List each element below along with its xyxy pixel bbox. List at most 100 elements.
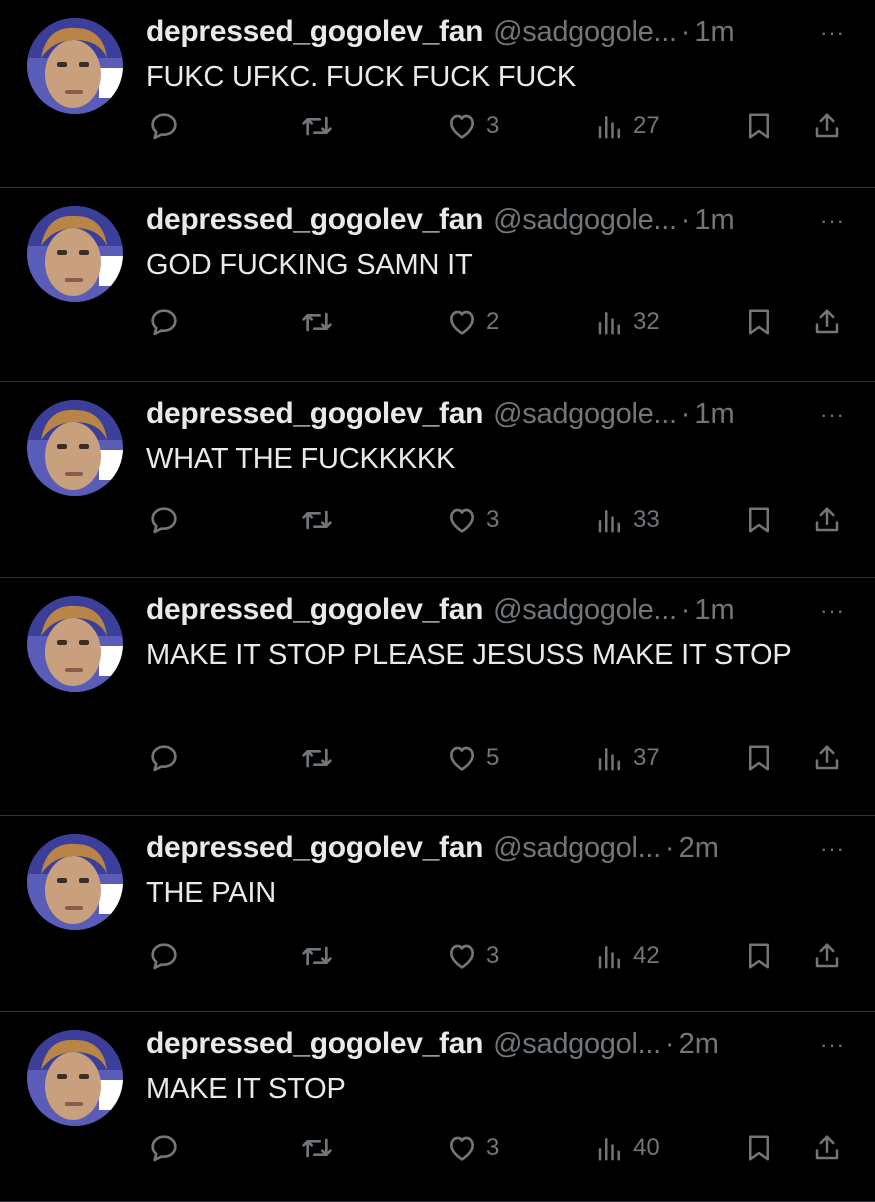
timestamp[interactable]: 1m xyxy=(694,204,734,237)
retweet-button[interactable] xyxy=(300,738,334,778)
tweet[interactable]: depressed_gogolev_fan @sadgogole... · 1m… xyxy=(0,382,875,578)
tweet-text: GOD FUCKING SAMN IT xyxy=(146,249,473,281)
retweet-button[interactable] xyxy=(300,1128,334,1168)
display-name[interactable]: depressed_gogolev_fan xyxy=(146,1027,483,1061)
bookmark-button[interactable] xyxy=(744,302,774,342)
tweet-header: depressed_gogolev_fan @sadgogole... · 1m xyxy=(146,203,855,243)
avatar[interactable] xyxy=(27,834,123,930)
like-button[interactable]: 3 xyxy=(446,1128,499,1168)
action-bar: 3 42 xyxy=(0,936,875,976)
separator-dot: · xyxy=(664,1028,675,1060)
like-button[interactable]: 5 xyxy=(446,738,499,778)
separator-dot: · xyxy=(680,16,691,48)
views-button[interactable]: 42 xyxy=(595,936,660,976)
share-button[interactable] xyxy=(812,500,842,540)
like-button[interactable]: 3 xyxy=(446,936,499,976)
views-button[interactable]: 40 xyxy=(595,1128,660,1168)
more-icon[interactable]: ··· xyxy=(820,838,845,860)
tweet-text: WHAT THE FUCKKKKK xyxy=(146,443,456,475)
timestamp[interactable]: 2m xyxy=(679,832,719,865)
avatar[interactable] xyxy=(27,596,123,692)
tweet-content: depressed_gogolev_fan @sadgogole... · 1m… xyxy=(146,593,855,673)
view-count: 37 xyxy=(633,744,660,771)
like-button[interactable]: 3 xyxy=(446,106,499,146)
more-icon[interactable]: ··· xyxy=(820,210,845,232)
avatar[interactable] xyxy=(27,206,123,302)
user-handle[interactable]: @sadgogol... xyxy=(493,1028,661,1061)
retweet-icon xyxy=(300,504,334,536)
retweet-button[interactable] xyxy=(300,106,334,146)
retweet-button[interactable] xyxy=(300,936,334,976)
share-button[interactable] xyxy=(812,936,842,976)
more-icon[interactable]: ··· xyxy=(820,22,845,44)
reply-button[interactable] xyxy=(148,302,180,342)
view-count: 33 xyxy=(633,506,660,533)
timestamp[interactable]: 1m xyxy=(694,16,734,49)
display-name[interactable]: depressed_gogolev_fan xyxy=(146,397,483,431)
display-name[interactable]: depressed_gogolev_fan xyxy=(146,15,483,49)
retweet-button[interactable] xyxy=(300,500,334,540)
avatar[interactable] xyxy=(27,1030,123,1126)
reply-button[interactable] xyxy=(148,106,180,146)
timestamp[interactable]: 1m xyxy=(694,594,734,627)
reply-icon xyxy=(148,1132,180,1164)
views-button[interactable]: 33 xyxy=(595,500,660,540)
like-button[interactable]: 2 xyxy=(446,302,499,342)
action-bar: 2 32 xyxy=(0,302,875,342)
more-icon[interactable]: ··· xyxy=(820,404,845,426)
user-handle[interactable]: @sadgogole... xyxy=(493,398,677,431)
retweet-button[interactable] xyxy=(300,302,334,342)
reply-icon xyxy=(148,306,180,338)
share-button[interactable] xyxy=(812,302,842,342)
like-count: 2 xyxy=(486,308,500,335)
display-name[interactable]: depressed_gogolev_fan xyxy=(146,831,483,865)
user-handle[interactable]: @sadgogol... xyxy=(493,832,661,865)
view-count: 42 xyxy=(633,942,660,969)
bookmark-button[interactable] xyxy=(744,106,774,146)
share-button[interactable] xyxy=(812,738,842,778)
display-name[interactable]: depressed_gogolev_fan xyxy=(146,203,483,237)
separator-dot: · xyxy=(664,832,675,864)
tweet-text: MAKE IT STOP xyxy=(146,1073,346,1105)
avatar[interactable] xyxy=(27,18,123,114)
bookmark-button[interactable] xyxy=(744,936,774,976)
retweet-icon xyxy=(300,940,334,972)
reply-button[interactable] xyxy=(148,500,180,540)
share-icon xyxy=(812,1132,842,1164)
tweet[interactable]: depressed_gogolev_fan @sadgogole... · 1m… xyxy=(0,578,875,816)
views-icon xyxy=(595,742,625,774)
share-button[interactable] xyxy=(812,106,842,146)
heart-icon xyxy=(446,504,478,536)
timestamp[interactable]: 1m xyxy=(694,398,734,431)
tweet[interactable]: depressed_gogolev_fan @sadgogol... · 2m … xyxy=(0,1012,875,1202)
bookmark-button[interactable] xyxy=(744,500,774,540)
reply-button[interactable] xyxy=(148,738,180,778)
like-count: 3 xyxy=(486,506,500,533)
share-button[interactable] xyxy=(812,1128,842,1168)
reply-icon xyxy=(148,742,180,774)
timestamp[interactable]: 2m xyxy=(679,1028,719,1061)
reply-button[interactable] xyxy=(148,1128,180,1168)
tweet-content: depressed_gogolev_fan @sadgogole... · 1m… xyxy=(146,397,855,477)
bookmark-icon xyxy=(744,940,774,972)
views-button[interactable]: 27 xyxy=(595,106,660,146)
like-button[interactable]: 3 xyxy=(446,500,499,540)
tweet-header: depressed_gogolev_fan @sadgogole... · 1m xyxy=(146,15,855,55)
bookmark-icon xyxy=(744,504,774,536)
views-button[interactable]: 32 xyxy=(595,302,660,342)
reply-button[interactable] xyxy=(148,936,180,976)
more-icon[interactable]: ··· xyxy=(820,1034,845,1056)
avatar[interactable] xyxy=(27,400,123,496)
more-icon[interactable]: ··· xyxy=(820,600,845,622)
bookmark-button[interactable] xyxy=(744,1128,774,1168)
display-name[interactable]: depressed_gogolev_fan xyxy=(146,593,483,627)
views-button[interactable]: 37 xyxy=(595,738,660,778)
user-handle[interactable]: @sadgogole... xyxy=(493,594,677,627)
user-handle[interactable]: @sadgogole... xyxy=(493,16,677,49)
tweet[interactable]: depressed_gogolev_fan @sadgogole... · 1m… xyxy=(0,188,875,382)
reply-icon xyxy=(148,940,180,972)
user-handle[interactable]: @sadgogole... xyxy=(493,204,677,237)
tweet[interactable]: depressed_gogolev_fan @sadgogole... · 1m… xyxy=(0,0,875,188)
tweet[interactable]: depressed_gogolev_fan @sadgogol... · 2m … xyxy=(0,816,875,1012)
bookmark-button[interactable] xyxy=(744,738,774,778)
